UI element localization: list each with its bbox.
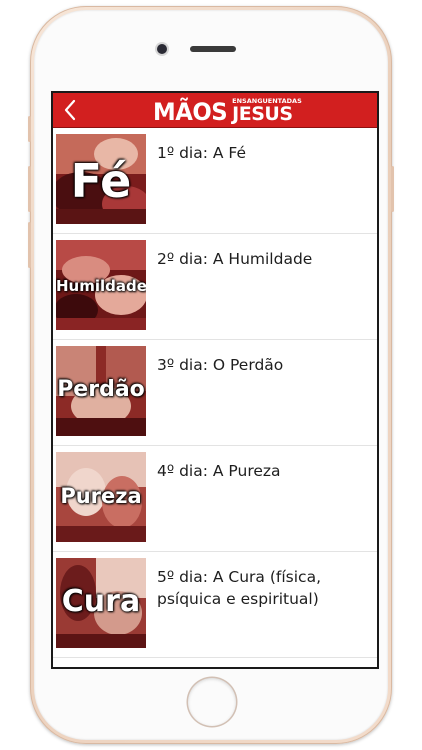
mute-switch <box>28 116 31 142</box>
speaker-grille <box>190 46 236 52</box>
day-title: 1º dia: A Fé <box>157 144 247 162</box>
days-list: Fé 1º dia: A Fé Humildade 2º dia: A Humi… <box>53 128 377 658</box>
logo-maos: MÃOS <box>153 98 228 126</box>
home-button[interactable] <box>188 678 236 726</box>
logo-right: ENSANGUENTADAS JESUS <box>232 98 302 124</box>
volume-up-button <box>28 166 31 212</box>
front-camera-icon <box>157 44 167 54</box>
thumbnail-word: Fé <box>70 154 132 208</box>
thumbnail-humildade: Humildade <box>56 240 146 330</box>
list-item-day-4[interactable]: Pureza 4º dia: A Pureza <box>53 446 377 552</box>
list-item-day-1[interactable]: Fé 1º dia: A Fé <box>53 128 377 234</box>
logo-jesus: JESUS <box>232 103 293 125</box>
thumbnail-cura: Cura <box>56 558 146 648</box>
list-item-day-3[interactable]: Perdão 3º dia: O Perdão <box>53 340 377 446</box>
nav-bar: MÃOS ENSANGUENTADAS JESUS <box>53 93 377 128</box>
list-item-day-5[interactable]: Cura 5º dia: A Cura (física, psíquica e … <box>53 552 377 658</box>
thumbnail-word: Pureza <box>60 484 142 508</box>
chevron-left-icon <box>64 99 76 121</box>
thumbnail-perdao: Perdão <box>56 346 146 436</box>
thumbnail-pureza: Pureza <box>56 452 146 542</box>
thumbnail-fe: Fé <box>56 134 146 224</box>
power-button <box>391 166 394 212</box>
thumbnail-word: Humildade <box>56 277 146 295</box>
day-title: 2º dia: A Humildade <box>157 250 313 268</box>
day-title: 3º dia: O Perdão <box>157 356 284 374</box>
day-title: 5º dia: A Cura (física, psíquica e espir… <box>157 568 321 608</box>
thumbnail-word: Cura <box>61 584 141 619</box>
list-item-day-2[interactable]: Humildade 2º dia: A Humildade <box>53 234 377 340</box>
volume-down-button <box>28 222 31 268</box>
thumbnail-word: Perdão <box>57 377 145 402</box>
back-button[interactable] <box>55 94 85 126</box>
app-screen: MÃOS ENSANGUENTADAS JESUS Fé 1º dia: A F… <box>51 91 379 669</box>
app-logo: MÃOS ENSANGUENTADAS JESUS <box>153 96 302 126</box>
day-title: 4º dia: A Pureza <box>157 462 281 480</box>
